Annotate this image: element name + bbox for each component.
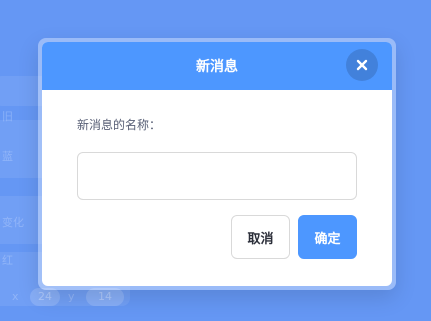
dialog-panel: 新消息 新消息的名称： 取消 确定 — [42, 42, 392, 286]
cancel-button[interactable]: 取消 — [231, 215, 290, 259]
dialog-body: 新消息的名称： — [42, 90, 392, 200]
message-name-input[interactable] — [77, 152, 357, 200]
dialog-title: 新消息 — [196, 59, 238, 75]
confirm-button[interactable]: 确定 — [298, 215, 357, 259]
dialog-header: 新消息 — [42, 42, 392, 90]
close-button[interactable] — [346, 49, 378, 81]
message-name-label: 新消息的名称： — [77, 118, 162, 132]
new-message-dialog: 新消息 新消息的名称： 取消 确定 — [38, 38, 396, 290]
dialog-actions: 取消 确定 — [231, 215, 357, 259]
close-icon — [356, 59, 368, 71]
